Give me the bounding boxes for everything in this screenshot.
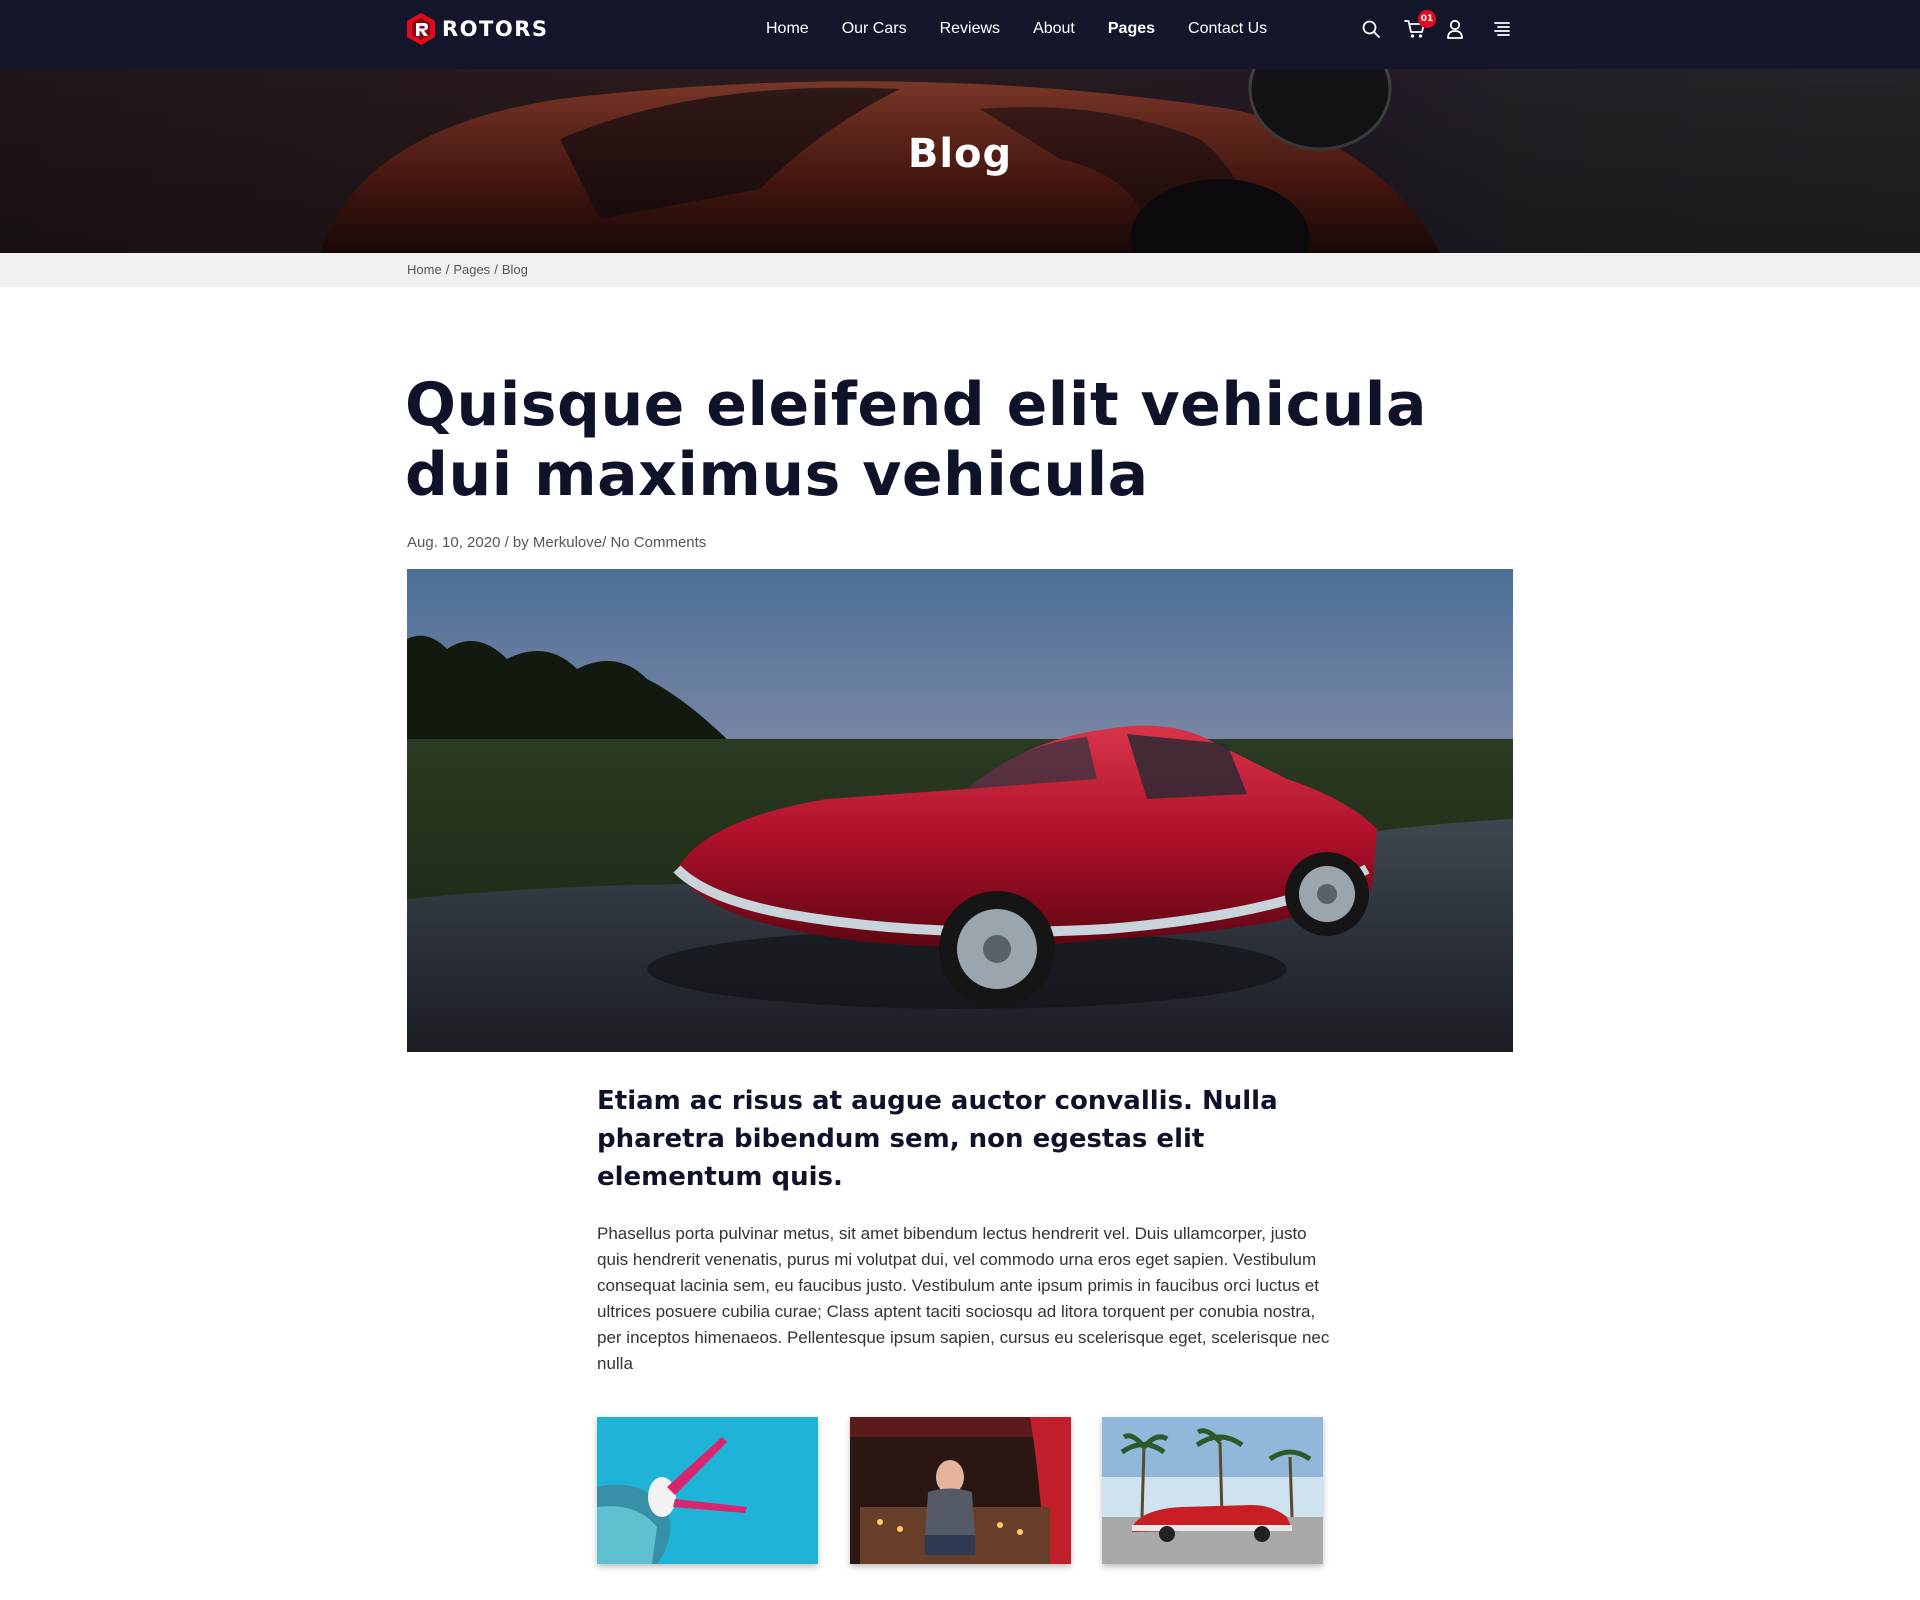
- site-header: ROTORS Home Our Cars Reviews About Pages…: [0, 0, 1920, 69]
- post-title: Quisque eleifend elit vehicula dui maxim…: [405, 370, 1427, 510]
- user-icon: [1447, 19, 1463, 39]
- post-lead: Etiam ac risus at augue auctor convallis…: [597, 1086, 1278, 1192]
- gallery-image[interactable]: [849, 1417, 1071, 1564]
- main-nav: Home Our Cars Reviews About Pages Contac…: [766, 0, 1300, 58]
- header-tools: 01: [1356, 10, 1530, 44]
- nav-reviews[interactable]: Reviews: [940, 20, 1000, 38]
- gallery-image-woman-van: [849, 1417, 1071, 1564]
- featured-image: [407, 569, 1513, 1052]
- nav-about[interactable]: About: [1033, 20, 1075, 38]
- page-hero: Blog: [0, 69, 1920, 253]
- breadcrumb-pages[interactable]: Pages: [453, 262, 490, 277]
- nav-home[interactable]: Home: [766, 20, 809, 38]
- logo-text: ROTORS: [442, 17, 549, 41]
- breadcrumb-current: Blog: [501, 262, 528, 277]
- gallery-image-legs-car: [597, 1417, 818, 1564]
- gallery-image[interactable]: [597, 1417, 818, 1564]
- breadcrumb-bar: Home / Pages / Blog: [0, 253, 1920, 287]
- post-body: Phasellus porta pulvinar metus, sit amet…: [597, 1224, 1330, 1373]
- featured-car-image: [407, 569, 1513, 1052]
- gallery-image[interactable]: [1102, 1417, 1323, 1564]
- post-meta: Aug. 10, 2020 / by Merkulove/ No Comment…: [407, 534, 707, 551]
- nav-contact-us[interactable]: Contact Us: [1188, 20, 1267, 38]
- account-button[interactable]: [1440, 14, 1470, 44]
- breadcrumb-separator: /: [445, 262, 450, 277]
- logo-icon: [407, 13, 435, 45]
- nav-pages[interactable]: Pages: [1108, 20, 1155, 38]
- breadcrumb-separator: /: [494, 262, 498, 277]
- site-logo[interactable]: ROTORS: [406, 11, 549, 47]
- search-icon: [1362, 20, 1380, 38]
- gallery-image-classic-car: [1102, 1417, 1323, 1564]
- breadcrumb-home[interactable]: Home: [407, 262, 442, 277]
- menu-button[interactable]: [1486, 14, 1516, 44]
- page-title: Blog: [907, 131, 1013, 177]
- menu-icon: [1494, 22, 1510, 36]
- search-button[interactable]: [1356, 14, 1386, 44]
- breadcrumb: Home / Pages / Blog: [407, 262, 528, 277]
- nav-our-cars[interactable]: Our Cars: [842, 20, 907, 38]
- cart-button[interactable]: 01: [1400, 10, 1436, 44]
- cart-count-badge: 01: [1418, 10, 1436, 28]
- gallery: [597, 1417, 1323, 1564]
